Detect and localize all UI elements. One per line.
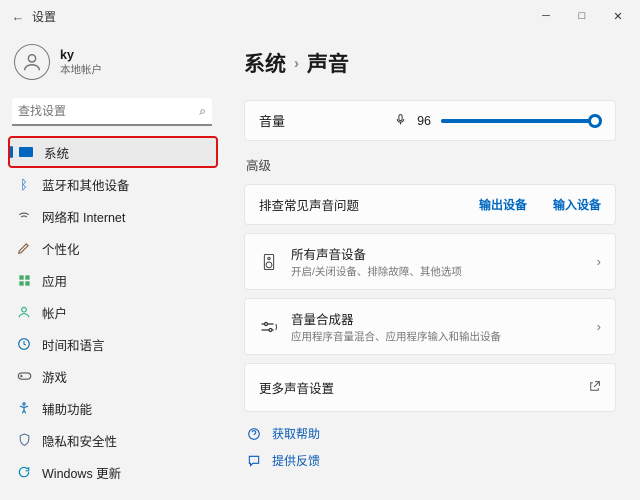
nav-label: 时间和语言: [42, 335, 105, 354]
search-box[interactable]: ⌕: [12, 98, 212, 126]
nav-label: 蓝牙和其他设备: [42, 175, 130, 194]
maximize-button[interactable]: □: [564, 2, 600, 30]
nav-label: 系统: [44, 143, 69, 162]
gaming-icon: [16, 368, 32, 384]
external-link-icon: [588, 380, 601, 396]
all-devices-title: 所有声音设备: [291, 244, 585, 263]
search-input[interactable]: [18, 104, 199, 118]
personalize-icon: [16, 240, 32, 256]
nav-item-system[interactable]: 系统: [8, 136, 218, 168]
nav-item-gaming[interactable]: 游戏: [8, 360, 218, 392]
help-icon: [246, 427, 262, 441]
nav-label: 个性化: [42, 239, 80, 258]
update-icon: [16, 464, 32, 480]
nav-item-privacy[interactable]: 隐私和安全性: [8, 424, 218, 456]
get-help-link[interactable]: 获取帮助: [244, 420, 616, 447]
more-sound-title: 更多声音设置: [259, 378, 334, 397]
chevron-right-icon: ›: [597, 319, 601, 334]
all-devices-row[interactable]: 所有声音设备 开启/关闭设备、排除故障、其他选项 ›: [244, 233, 616, 290]
mixer-sub: 应用程序音量混合、应用程序输入和输出设备: [291, 329, 585, 344]
nav-item-accounts[interactable]: 帐户: [8, 296, 218, 328]
user-name: ky: [60, 48, 102, 62]
nav-label: 游戏: [42, 367, 67, 386]
breadcrumb-parent[interactable]: 系统: [244, 48, 286, 78]
nav-label: 辅助功能: [42, 399, 92, 418]
speaker-icon: [259, 253, 279, 271]
nav-label: 应用: [42, 271, 67, 290]
bluetooth-icon: ᛒ: [16, 176, 32, 192]
footer-links: 获取帮助 提供反馈: [244, 420, 616, 474]
input-device-link[interactable]: 输入设备: [553, 196, 601, 213]
chevron-right-icon: ›: [597, 254, 601, 269]
window-title: 设置: [32, 8, 56, 25]
troubleshoot-card: 排查常见声音问题 输出设备 输入设备: [244, 184, 616, 225]
titlebar: ← 设置 ─ □ ✕: [0, 0, 640, 32]
nav-item-time[interactable]: 时间和语言: [8, 328, 218, 360]
mixer-title: 音量合成器: [291, 309, 585, 328]
accounts-icon: [16, 304, 32, 320]
nav-label: 网络和 Internet: [42, 207, 125, 226]
volume-label: 音量: [259, 111, 285, 130]
microphone-icon[interactable]: [394, 113, 407, 129]
nav-label: 帐户: [42, 303, 67, 322]
nav-label: 隐私和安全性: [42, 431, 117, 450]
nav-item-update[interactable]: Windows 更新: [8, 456, 218, 488]
nav-item-bluetooth[interactable]: ᛒ 蓝牙和其他设备: [8, 168, 218, 200]
search-icon: ⌕: [199, 104, 206, 119]
nav-item-apps[interactable]: 应用: [8, 264, 218, 296]
nav-label: Windows 更新: [42, 463, 121, 482]
main-content: 系统 › 声音 音量 96 高级 排查常见声音问题 输出设备 输入设备: [220, 32, 640, 500]
volume-slider[interactable]: [441, 119, 601, 123]
breadcrumb-current: 声音: [307, 48, 349, 78]
nav-item-network[interactable]: 网络和 Internet: [8, 200, 218, 232]
advanced-heading: 高级: [246, 155, 616, 174]
volume-value: 96: [417, 114, 431, 128]
close-button[interactable]: ✕: [600, 2, 636, 30]
feedback-label: 提供反馈: [272, 452, 320, 469]
user-type: 本地帐户: [60, 62, 102, 77]
volume-card[interactable]: 音量 96: [244, 100, 616, 141]
all-devices-sub: 开启/关闭设备、排除故障、其他选项: [291, 264, 585, 279]
minimize-button[interactable]: ─: [528, 2, 564, 30]
network-icon: [16, 208, 32, 224]
output-device-link[interactable]: 输出设备: [479, 196, 527, 213]
nav-item-accessibility[interactable]: 辅助功能: [8, 392, 218, 424]
time-icon: [16, 336, 32, 352]
more-sound-settings-row[interactable]: 更多声音设置: [244, 363, 616, 412]
privacy-icon: [16, 432, 32, 448]
troubleshoot-label: 排查常见声音问题: [259, 195, 359, 214]
apps-icon: [16, 272, 32, 288]
mixer-row[interactable]: 音量合成器 应用程序音量混合、应用程序输入和输出设备 ›: [244, 298, 616, 355]
feedback-icon: [246, 454, 262, 468]
get-help-label: 获取帮助: [272, 425, 320, 442]
breadcrumb: 系统 › 声音: [244, 48, 616, 78]
nav-list: 系统 ᛒ 蓝牙和其他设备网络和 Internet 个性化应用帐户时间和语言游戏辅助功能…: [8, 136, 218, 488]
mixer-icon: [259, 320, 279, 334]
user-block[interactable]: ky 本地帐户: [8, 40, 218, 94]
back-button[interactable]: ←: [4, 9, 32, 24]
feedback-link[interactable]: 提供反馈: [244, 447, 616, 474]
nav-item-personalize[interactable]: 个性化: [8, 232, 218, 264]
accessibility-icon: [16, 400, 32, 416]
sidebar: ky 本地帐户 ⌕ 系统 ᛒ 蓝牙和其他设备网络和 Internet 个性化应用帐户时…: [0, 32, 220, 500]
system-icon: [18, 144, 34, 160]
avatar-icon: [14, 44, 50, 80]
chevron-right-icon: ›: [294, 55, 299, 72]
